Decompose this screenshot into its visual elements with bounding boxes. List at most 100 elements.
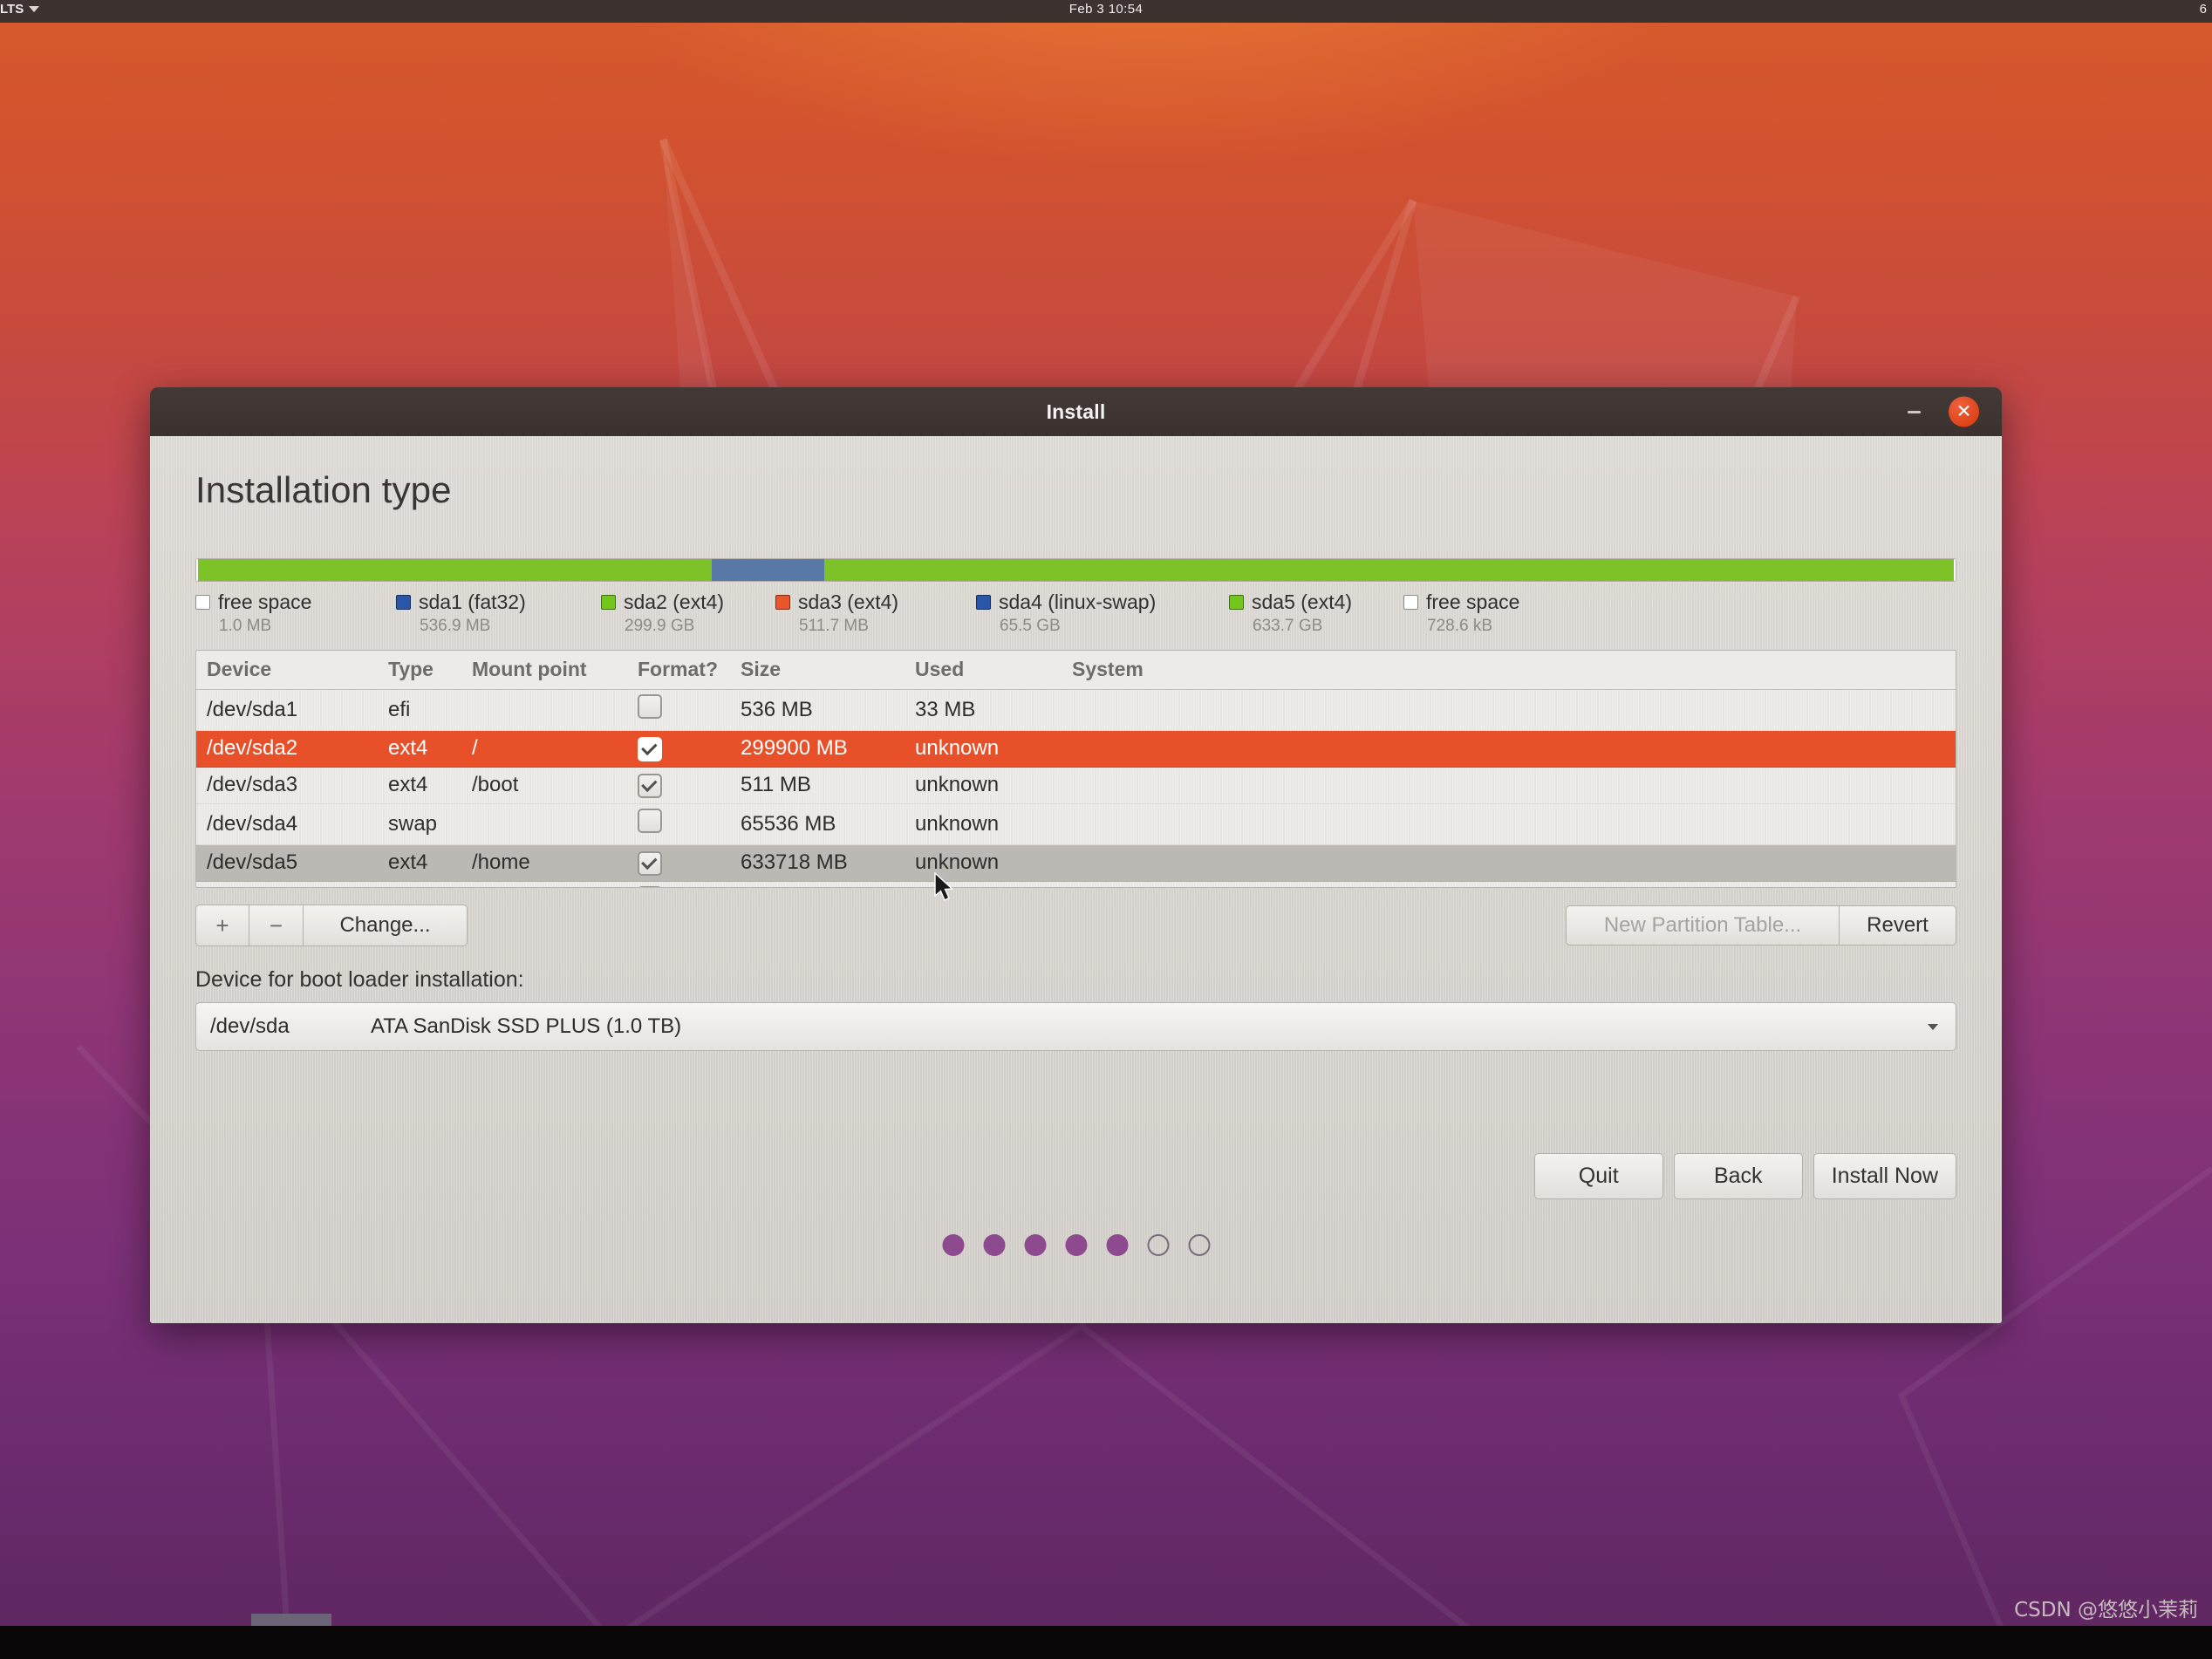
progress-dot-6 bbox=[1147, 1234, 1169, 1256]
top-panel-indicators[interactable]: 6 bbox=[2200, 2, 2207, 17]
partition-table-head: Device Type Mount point Format? Size Use… bbox=[196, 651, 1956, 690]
partition-table-container[interactable]: Device Type Mount point Format? Size Use… bbox=[195, 650, 1956, 888]
format-checkbox[interactable] bbox=[638, 694, 662, 719]
footer-buttons: Quit Back Install Now bbox=[1533, 1153, 1956, 1199]
cell-system bbox=[1072, 803, 1956, 845]
legend-label: sda5 (ext4) bbox=[1252, 591, 1353, 613]
legend-swatch-icon bbox=[1403, 595, 1418, 610]
cell-type: ext4 bbox=[388, 730, 472, 768]
column-header-device[interactable]: Device bbox=[196, 651, 388, 690]
progress-dot-7 bbox=[1188, 1234, 1210, 1256]
cell-format bbox=[638, 844, 741, 882]
new-partition-table-button[interactable]: New Partition Table... bbox=[1566, 905, 1840, 946]
bootloader-select[interactable]: /dev/sda ATA SanDisk SSD PLUS (1.0 TB) bbox=[195, 1002, 1956, 1051]
bootloader-label: Device for boot loader installation: bbox=[195, 967, 524, 992]
cell-system bbox=[1072, 881, 1956, 887]
legend-swatch-icon bbox=[1229, 595, 1244, 610]
format-checkbox[interactable] bbox=[638, 886, 662, 887]
cell-used: 33 MB bbox=[915, 689, 1072, 731]
screen-bottom-bezel bbox=[0, 1626, 2212, 1659]
cell-device: free space bbox=[196, 881, 388, 887]
table-row[interactable]: /dev/sda2 ext4/ 299900 MB unknown bbox=[196, 730, 1956, 768]
cell-size: 65536 MB bbox=[741, 803, 915, 845]
clock[interactable]: Feb 3 10:54 bbox=[1069, 2, 1143, 17]
table-row[interactable]: /dev/sda1 efi 536 MB 33 MB bbox=[196, 689, 1956, 731]
format-checkbox[interactable] bbox=[638, 737, 662, 761]
cell-type: ext4 bbox=[388, 767, 472, 804]
legend-size: 65.5 GB bbox=[1000, 617, 1061, 635]
close-icon[interactable]: ✕ bbox=[1949, 396, 1979, 427]
column-header-system[interactable]: System bbox=[1072, 651, 1956, 690]
cell-format bbox=[638, 689, 741, 731]
quit-button[interactable]: Quit bbox=[1533, 1153, 1663, 1199]
legend-item-5: sda4 (linux-swap) 65.5 GB bbox=[976, 591, 1229, 636]
cell-mount-point: /home bbox=[472, 844, 638, 882]
format-checkbox[interactable] bbox=[638, 774, 662, 798]
cell-system bbox=[1072, 767, 1956, 804]
cell-device: /dev/sda2 bbox=[196, 730, 388, 768]
column-header-type[interactable]: Type bbox=[388, 651, 472, 690]
legend-label: sda3 (ext4) bbox=[798, 591, 899, 613]
table-row[interactable]: free space 0 MB bbox=[196, 881, 1956, 887]
legend-size: 728.6 kB bbox=[1427, 617, 1492, 635]
legend-swatch-icon bbox=[775, 595, 790, 610]
cell-format bbox=[638, 803, 741, 845]
legend-swatch-icon bbox=[601, 595, 616, 610]
legend-label: sda1 (fat32) bbox=[419, 591, 526, 613]
cell-size: 633718 MB bbox=[741, 844, 915, 882]
progress-dot-4 bbox=[1065, 1234, 1087, 1256]
bootloader-description: ATA SanDisk SSD PLUS (1.0 TB) bbox=[371, 1014, 682, 1038]
partition-segment-5[interactable] bbox=[711, 559, 825, 581]
change-partition-button[interactable]: Change... bbox=[304, 905, 468, 946]
cell-system bbox=[1072, 844, 1956, 882]
table-row[interactable]: /dev/sda5 ext4/home 633718 MB unknown bbox=[196, 844, 1956, 882]
partition-edit-buttons: + − Change... bbox=[195, 905, 468, 946]
cell-mount-point bbox=[472, 881, 638, 887]
revert-button[interactable]: Revert bbox=[1840, 905, 1956, 946]
partition-segment-3[interactable] bbox=[199, 559, 711, 581]
window-title: Install bbox=[1046, 399, 1106, 423]
legend-item-2: sda1 (fat32) 536.9 MB bbox=[396, 591, 601, 636]
desktop: LTS Feb 3 10:54 6 Install ✕ Installation… bbox=[0, 0, 2212, 1659]
window-titlebar[interactable]: Install ✕ bbox=[150, 387, 2002, 436]
legend-item-4: sda3 (ext4) 511.7 MB bbox=[775, 591, 976, 636]
partition-bar[interactable] bbox=[195, 558, 1956, 582]
chevron-down-icon bbox=[29, 6, 40, 12]
column-header-used[interactable]: Used bbox=[915, 651, 1072, 690]
partition-legend: free space 1.0 MB sda1 (fat32) 536.9 MB sda2… bbox=[195, 591, 1956, 636]
legend-size: 1.0 MB bbox=[219, 617, 272, 635]
column-header-mount-point[interactable]: Mount point bbox=[472, 651, 638, 690]
cell-size: 511 MB bbox=[741, 767, 915, 804]
minimize-icon[interactable] bbox=[1902, 400, 1925, 423]
page-title: Installation type bbox=[195, 469, 452, 510]
legend-label: free space bbox=[218, 591, 312, 613]
legend-size: 633.7 GB bbox=[1253, 617, 1323, 635]
format-checkbox[interactable] bbox=[638, 851, 662, 876]
legend-item-7: free space 728.6 kB bbox=[1403, 591, 1578, 636]
back-button[interactable]: Back bbox=[1673, 1153, 1803, 1199]
legend-swatch-icon bbox=[976, 595, 991, 610]
add-partition-button[interactable]: + bbox=[195, 905, 249, 946]
chevron-down-icon bbox=[1928, 1023, 1938, 1030]
format-checkbox[interactable] bbox=[638, 809, 662, 833]
partition-segment-7[interactable] bbox=[1953, 559, 1956, 581]
partition-table-actions: New Partition Table... Revert bbox=[1566, 905, 1956, 946]
cell-used bbox=[915, 881, 1072, 887]
table-row[interactable]: /dev/sda3 ext4/boot 511 MB unknown bbox=[196, 767, 1956, 804]
install-now-button[interactable]: Install Now bbox=[1813, 1153, 1956, 1199]
column-header-format[interactable]: Format? bbox=[638, 651, 741, 690]
progress-dot-3 bbox=[1024, 1234, 1046, 1256]
cell-mount-point bbox=[472, 803, 638, 845]
table-row[interactable]: /dev/sda4 swap 65536 MB unknown bbox=[196, 803, 1956, 845]
window-body: Installation type free space 1.0 MB sda1 (… bbox=[150, 436, 2002, 1323]
cell-mount-point: /boot bbox=[472, 767, 638, 804]
column-header-size[interactable]: Size bbox=[741, 651, 915, 690]
table-header-row: Device Type Mount point Format? Size Use… bbox=[196, 651, 1956, 690]
cell-size: 0 MB bbox=[741, 881, 915, 887]
legend-swatch-icon bbox=[195, 595, 210, 610]
top-panel-session-menu[interactable]: LTS bbox=[0, 2, 40, 17]
install-window: Install ✕ Installation type free space 1.… bbox=[150, 387, 2002, 1323]
partition-segment-6[interactable] bbox=[824, 559, 1954, 581]
remove-partition-button[interactable]: − bbox=[249, 905, 304, 946]
legend-item-3: sda2 (ext4) 299.9 GB bbox=[601, 591, 775, 636]
